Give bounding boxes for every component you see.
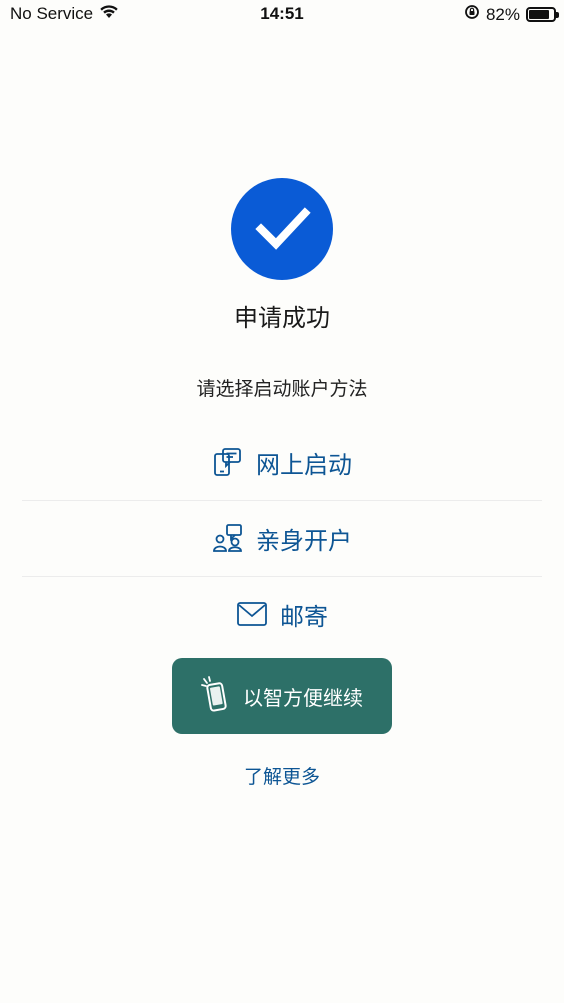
method-prompt: 请选择启动账户方法 bbox=[196, 378, 368, 400]
status-right: 82% bbox=[464, 4, 559, 25]
battery-fill bbox=[529, 10, 549, 19]
online-activation-label: 网上启动 bbox=[256, 450, 352, 479]
success-check-icon bbox=[231, 178, 333, 280]
in-person-label: 亲身开户 bbox=[256, 526, 352, 555]
mail-option[interactable]: 邮寄 bbox=[22, 576, 542, 652]
learn-more-link[interactable]: 了解更多 bbox=[0, 762, 564, 789]
continue-iam-smart-button[interactable]: 以智方便继续 bbox=[172, 658, 392, 734]
screen: No Service 14:51 82% 申请成功 请选择启动账户方法 网上启动… bbox=[0, 0, 564, 1003]
mail-label: 邮寄 bbox=[280, 602, 328, 631]
battery-percent: 82% bbox=[485, 4, 520, 24]
continue-label: 以智方便继续 bbox=[243, 685, 363, 710]
battery-icon bbox=[526, 7, 559, 22]
status-bar: No Service 14:51 82% bbox=[0, 0, 564, 30]
in-person-icon bbox=[212, 522, 244, 554]
mail-icon bbox=[236, 600, 268, 628]
online-activation-option[interactable]: 网上启动 bbox=[22, 424, 542, 500]
in-person-option[interactable]: 亲身开户 bbox=[22, 500, 542, 576]
page-title: 申请成功 bbox=[234, 304, 330, 332]
rotation-lock-icon bbox=[464, 4, 480, 25]
iam-smart-icon bbox=[201, 675, 229, 718]
online-activation-icon bbox=[212, 446, 244, 478]
